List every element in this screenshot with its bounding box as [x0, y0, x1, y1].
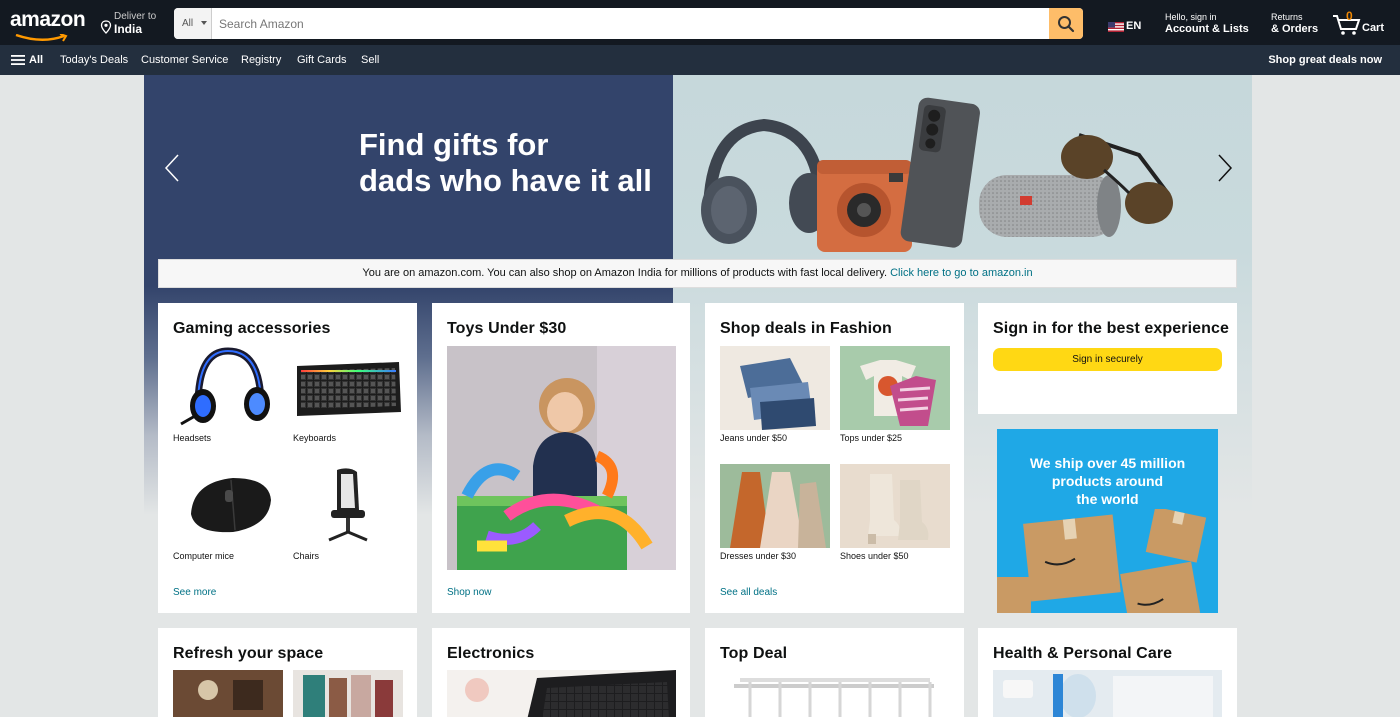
- search-button[interactable]: [1049, 8, 1083, 39]
- cart-button[interactable]: 0 Cart: [1332, 9, 1392, 38]
- notice-text: You are on amazon.com. You can also shop…: [362, 267, 891, 279]
- tile-caption: Chairs: [293, 551, 320, 561]
- cart-count: 0: [1346, 9, 1353, 23]
- location-pin-icon: [100, 20, 112, 34]
- health-care-image[interactable]: [993, 670, 1222, 717]
- tile-caption: Headsets: [173, 433, 212, 443]
- account-label: Account & Lists: [1165, 23, 1249, 35]
- shop-now-link[interactable]: Shop now: [447, 587, 491, 598]
- amazon-logo[interactable]: amazon: [10, 8, 86, 42]
- card-refresh-your-space: Refresh your space: [158, 628, 417, 717]
- see-more-link[interactable]: See more: [173, 587, 216, 598]
- account-greeting: Hello, sign in: [1165, 12, 1217, 22]
- go-to-amazon-in-link[interactable]: Click here to go to amazon.in: [890, 267, 1032, 279]
- card-title: Shop deals in Fashion: [720, 320, 892, 337]
- all-menu-label: All: [29, 54, 44, 66]
- language-label: EN: [1126, 20, 1142, 32]
- top-navbar: amazon Deliver to India All EN Hello, si…: [0, 0, 1400, 45]
- tops-image: [840, 346, 950, 430]
- nav-customer-service[interactable]: Customer Service: [141, 54, 228, 66]
- hero-products-image: [701, 97, 1173, 252]
- tile-caption: Dresses under $30: [720, 551, 797, 561]
- ship-ad-text: We ship over 45 million products around …: [997, 454, 1218, 508]
- tile-caption: Tops under $25: [840, 433, 903, 443]
- sign-in-securely-button[interactable]: Sign in securely: [993, 348, 1222, 371]
- card-sign-in: Sign in for the best experience Sign in …: [978, 303, 1237, 414]
- amazon-india-notice: You are on amazon.com. You can also shop…: [158, 259, 1237, 288]
- home-decor-image[interactable]: [293, 670, 403, 717]
- carousel-prev-icon[interactable]: [164, 154, 180, 182]
- cart-label: Cart: [1362, 22, 1385, 34]
- headset-image: [173, 346, 283, 430]
- top-deal-image[interactable]: [720, 670, 949, 717]
- card-electronics: Electronics: [432, 628, 690, 717]
- jeans-image: [720, 346, 830, 430]
- card-title: Refresh your space: [173, 645, 324, 662]
- nav-todays-deals[interactable]: Today's Deals: [60, 54, 128, 66]
- deliver-to-label: Deliver to: [114, 11, 157, 22]
- card-title: Top Deal: [720, 645, 788, 662]
- sub-navbar: All Today's Deals Customer Service Regis…: [0, 45, 1400, 75]
- shop-great-deals-link[interactable]: Shop great deals now: [1268, 54, 1382, 66]
- hero-headline-line2: dads who have it all: [359, 163, 652, 198]
- card-title: Gaming accessories: [173, 320, 331, 337]
- card-title: Health & Personal Care: [993, 645, 1173, 662]
- logo-smile-icon: [15, 34, 68, 42]
- returns-label: Returns: [1271, 12, 1303, 22]
- nav-sell[interactable]: Sell: [361, 54, 379, 66]
- ship-ad-line1: We ship over 45 million: [1029, 455, 1186, 471]
- toys-image[interactable]: [447, 346, 676, 570]
- card-shop-deals-fashion: Shop deals in Fashion Jeans under $50 To…: [705, 303, 964, 613]
- search-icon: [1058, 16, 1075, 33]
- card-toys-under-30: Toys Under $30 Shop now: [432, 303, 690, 613]
- search-category-label: All: [182, 18, 194, 29]
- keyboard-image: [293, 346, 403, 430]
- tile-caption: Keyboards: [293, 433, 337, 443]
- tile-caption: Computer mice: [173, 551, 235, 561]
- nav-registry[interactable]: Registry: [241, 54, 281, 66]
- card-health-personal-care: Health & Personal Care: [978, 628, 1237, 717]
- account-lists[interactable]: Hello, sign in Account & Lists: [1165, 12, 1249, 35]
- card-title: Toys Under $30: [447, 320, 567, 337]
- search-bar: All: [174, 8, 1083, 39]
- us-flag-icon: [1108, 22, 1124, 32]
- card-gaming-accessories: Gaming accessories Headsets Keyboards Co…: [158, 303, 417, 613]
- dresses-image: [720, 464, 830, 548]
- shoes-image: [840, 464, 950, 548]
- dining-image[interactable]: [173, 670, 283, 717]
- returns-orders[interactable]: Returns & Orders: [1271, 12, 1318, 35]
- tile-caption: Jeans under $50: [720, 433, 788, 443]
- hero-headline: Find gifts for dads who have it all: [359, 127, 659, 199]
- see-all-deals-link[interactable]: See all deals: [720, 587, 777, 598]
- hamburger-icon: [11, 55, 25, 65]
- chevron-down-icon: [201, 21, 207, 25]
- card-title: Electronics: [447, 645, 535, 662]
- nav-gift-cards[interactable]: Gift Cards: [297, 54, 347, 66]
- ship-worldwide-ad[interactable]: We ship over 45 million products around …: [997, 429, 1218, 613]
- logo-text: amazon: [10, 8, 86, 31]
- card-title: Sign in for the best experience: [993, 320, 1230, 337]
- computer-mouse-image: [173, 464, 283, 548]
- search-category-select[interactable]: All: [174, 8, 212, 39]
- orders-label: & Orders: [1271, 23, 1319, 35]
- shipping-boxes-image: [997, 509, 1207, 613]
- hero-headline-line1: Find gifts for: [359, 127, 549, 162]
- ship-ad-line2: products around: [1051, 473, 1164, 489]
- search-input[interactable]: [213, 8, 1049, 39]
- tile-caption: Shoes under $50: [840, 551, 909, 561]
- card-top-deal: Top Deal: [705, 628, 964, 717]
- gaming-chair-image: [293, 464, 403, 548]
- deliver-to-location: India: [114, 22, 143, 36]
- electronics-image[interactable]: [447, 670, 676, 717]
- ship-ad-line3: the world: [1076, 491, 1139, 507]
